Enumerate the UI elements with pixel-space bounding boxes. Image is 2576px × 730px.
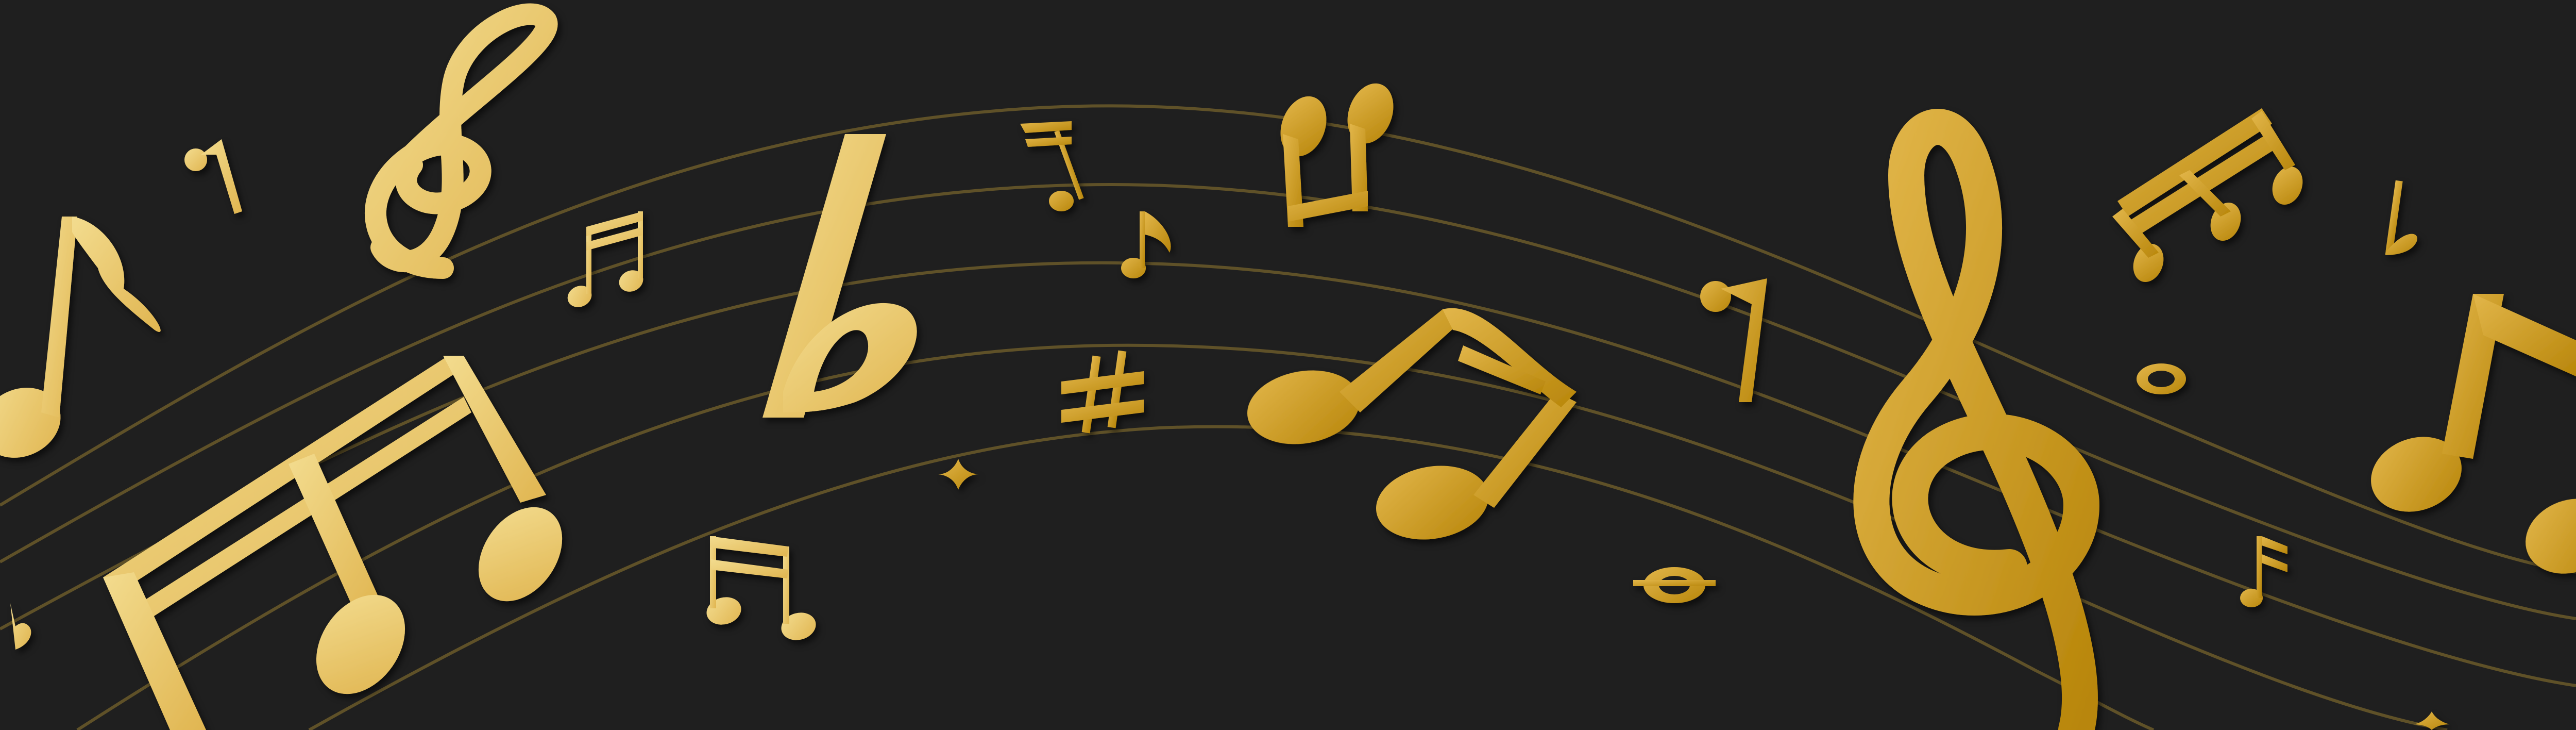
whole-note-icon bbox=[2137, 363, 2186, 394]
music-notes-banner bbox=[0, 0, 2576, 730]
